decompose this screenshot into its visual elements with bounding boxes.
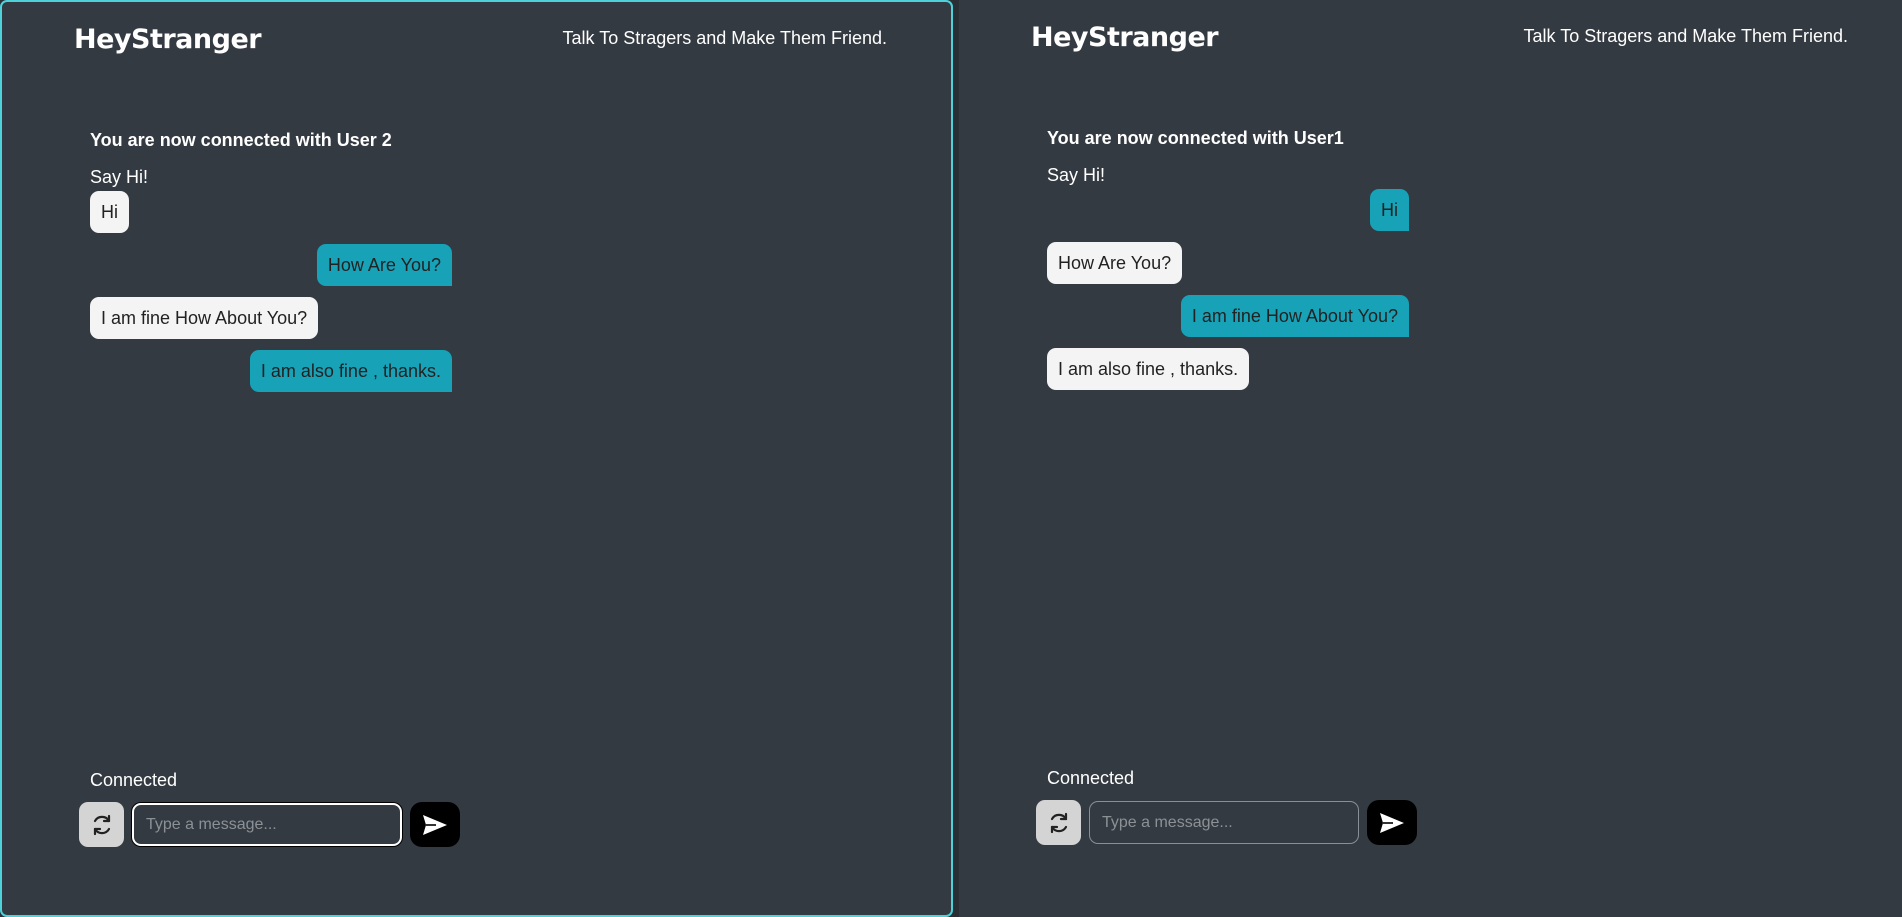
message-bubble-outgoing: I am fine How About You?	[1180, 295, 1409, 337]
chat-window-right: HeyStranger Talk To Stragers and Make Th…	[959, 0, 1902, 917]
refresh-icon	[93, 814, 110, 835]
send-icon	[1380, 812, 1404, 833]
message-list: Hi How Are You? I am fine How About You?…	[1047, 189, 1409, 401]
chat-area: You are now connected with User1 Say Hi!…	[1047, 128, 1409, 401]
message-bubble-incoming: Hi	[90, 191, 129, 233]
tagline: Talk To Stragers and Make Them Friend.	[562, 28, 887, 48]
say-hi-prompt: Say Hi!	[90, 167, 149, 187]
message-composer	[79, 802, 460, 847]
tagline: Talk To Stragers and Make Them Friend.	[1523, 26, 1848, 46]
brand-logo: HeyStranger	[74, 24, 262, 55]
message-input[interactable]	[1089, 801, 1359, 844]
connected-title: You are now connected with User1	[1047, 128, 1344, 148]
refresh-button[interactable]	[1036, 800, 1081, 845]
message-bubble-outgoing: I am also fine , thanks.	[249, 350, 452, 392]
message-bubble-incoming: I am also fine , thanks.	[1047, 348, 1250, 390]
message-input[interactable]	[132, 803, 402, 846]
chat-area: You are now connected with User 2 Say Hi…	[90, 130, 452, 403]
message-composer	[1036, 800, 1417, 845]
send-button[interactable]	[1367, 800, 1417, 845]
say-hi-prompt: Say Hi!	[1047, 165, 1106, 185]
message-bubble-incoming: I am fine How About You?	[90, 297, 319, 339]
message-list: Hi How Are You? I am fine How About You?…	[90, 191, 452, 403]
send-icon	[423, 814, 447, 835]
message-bubble-outgoing: Hi	[1370, 189, 1409, 231]
message-bubble-outgoing: How Are You?	[316, 244, 452, 286]
connection-status: Connected	[1047, 768, 1135, 788]
refresh-icon	[1050, 812, 1067, 833]
send-button[interactable]	[410, 802, 460, 847]
refresh-button[interactable]	[79, 802, 124, 847]
chat-window-left: HeyStranger Talk To Stragers and Make Th…	[0, 0, 953, 917]
connection-status: Connected	[90, 770, 178, 790]
brand-logo: HeyStranger	[1031, 22, 1219, 53]
connected-title: You are now connected with User 2	[90, 130, 392, 150]
message-bubble-incoming: How Are You?	[1047, 242, 1183, 284]
